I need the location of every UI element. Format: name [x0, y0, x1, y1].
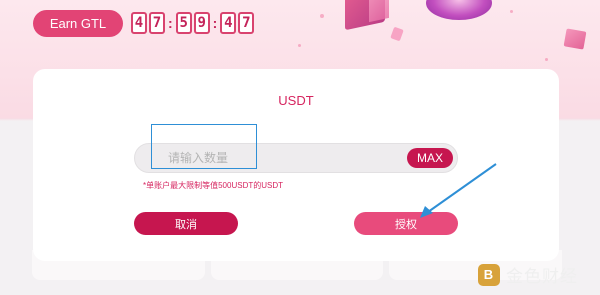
countdown-digit: 5	[175, 12, 192, 34]
annotation-highlight-box	[151, 124, 257, 169]
countdown-digit: 7	[238, 12, 255, 34]
countdown-separator: :	[212, 15, 218, 31]
decorative-shape	[390, 26, 404, 42]
modal-title: USDT	[278, 93, 314, 108]
decorative-disc	[426, 0, 492, 20]
max-button[interactable]: MAX	[407, 148, 453, 168]
countdown-digit: 4	[220, 12, 237, 34]
decorative-cube	[563, 28, 587, 50]
countdown-digit: 7	[149, 12, 165, 34]
countdown-timer: 4 7 : 5 9 : 4 7	[131, 12, 255, 34]
watermark: B 金色财经	[478, 262, 578, 287]
earn-gtl-button[interactable]: Earn GTL	[33, 10, 123, 37]
decorative-card	[369, 0, 389, 23]
watermark-logo-icon: B	[478, 263, 500, 286]
approve-modal: USDT MAX *单账户最大限制等值500USDT的USDT 取消 授权	[33, 69, 559, 261]
countdown-digit: 9	[193, 12, 210, 34]
cancel-button[interactable]: 取消	[134, 212, 238, 235]
countdown-digit: 4	[131, 12, 147, 34]
countdown-separator: :	[168, 15, 173, 31]
limit-hint: *单账户最大限制等值500USDT的USDT	[143, 181, 284, 190]
watermark-text: 金色财经	[506, 267, 578, 286]
authorize-button[interactable]: 授权	[354, 212, 458, 235]
